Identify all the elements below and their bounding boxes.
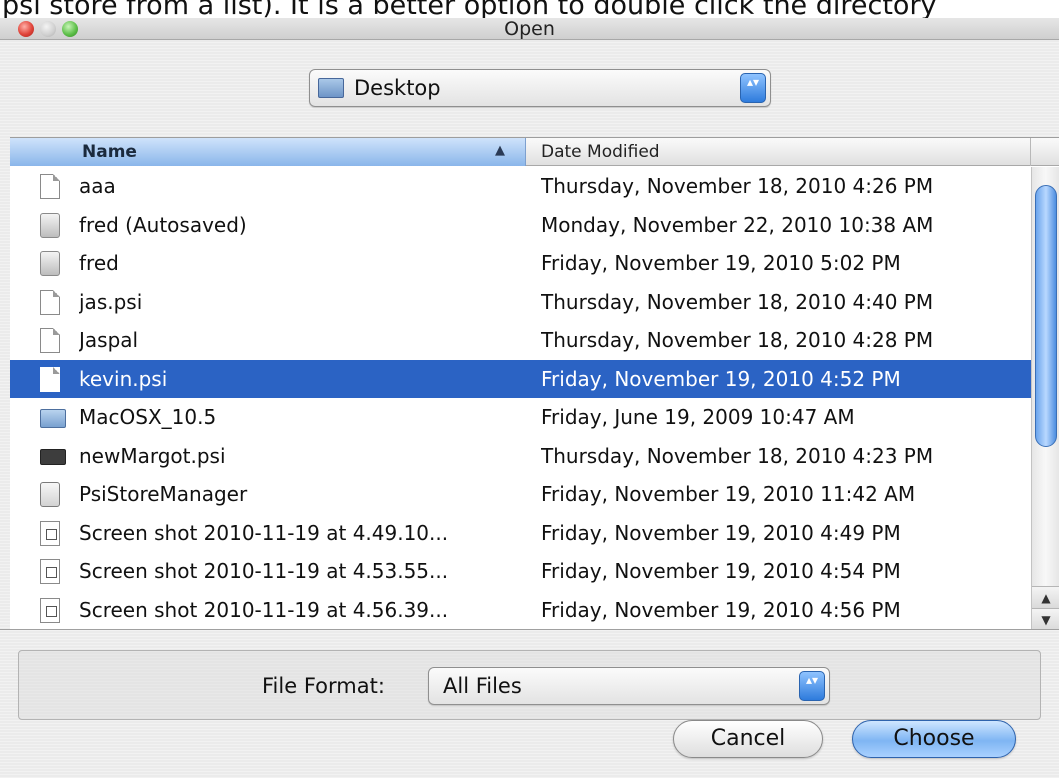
document-icon — [40, 366, 60, 392]
file-date-modified: Thursday, November 18, 2010 4:23 PM — [541, 443, 934, 468]
file-row[interactable]: Screen shot 2010-11-19 at 4.56.39... Frid… — [10, 591, 1031, 630]
file-name: Screen shot 2010-11-19 at 4.49.10... — [79, 520, 449, 545]
file-name: MacOSX_10.5 — [79, 405, 217, 429]
file-name: Jaspal — [79, 328, 139, 352]
document-icon — [40, 289, 60, 315]
file-name: Screen shot 2010-11-19 at 4.56.39... — [79, 597, 449, 622]
document-icon — [40, 328, 60, 353]
file-row[interactable]: fred Friday, November 19, 2010 5:02 PM — [10, 244, 1031, 283]
image-document-icon — [40, 559, 60, 584]
file-date-modified: Friday, November 19, 2010 4:52 PM — [541, 366, 901, 391]
file-date-modified: Friday, November 19, 2010 4:56 PM — [541, 597, 901, 622]
file-date-modified: Thursday, November 18, 2010 4:40 PM — [541, 289, 934, 314]
scrollbar-thumb[interactable] — [1035, 185, 1057, 447]
popup-stepper-icon: ▴▾ — [799, 671, 825, 701]
file-row[interactable]: aaa Thursday, November 18, 2010 4:26 PM — [10, 167, 1031, 206]
file-name: fred — [79, 251, 119, 275]
name-column-header[interactable]: Name ▲ — [10, 138, 526, 166]
file-format-bar: File Format: All Files ▴▾ — [0, 629, 1059, 720]
file-date-modified: Friday, June 19, 2009 10:47 AM — [541, 405, 855, 429]
file-row[interactable]: kevin.psi Friday, November 19, 2010 4:52 … — [10, 359, 1031, 398]
file-format-label: File Format: — [262, 674, 385, 698]
file-name: jas.psi — [79, 289, 143, 314]
file-format-popup[interactable]: All Files ▴▾ — [428, 667, 830, 705]
file-format-popup-label: All Files — [443, 674, 522, 698]
location-popup-label: Desktop — [354, 76, 441, 100]
file-date-modified: Friday, November 19, 2010 5:02 PM — [541, 251, 901, 275]
file-row[interactable]: fred (Autosaved) Monday, November 22, 201… — [10, 206, 1031, 245]
file-row[interactable]: Jaspal Thursday, November 18, 2010 4:28 P… — [10, 321, 1031, 360]
file-date-modified: Thursday, November 18, 2010 4:28 PM — [541, 328, 934, 352]
name-column-label: Name — [82, 142, 137, 162]
file-row[interactable]: PsiStoreManager Friday, November 19, 2010… — [10, 475, 1031, 514]
date-modified-column-header[interactable]: Date Modified — [527, 138, 1031, 166]
image-document-icon — [40, 597, 60, 623]
file-name: kevin.psi — [79, 366, 168, 391]
popup-stepper-icon: ▴▾ — [740, 73, 766, 103]
file-row[interactable]: newMargot.psi Thursday, November 18, 2010… — [10, 437, 1031, 476]
vertical-scrollbar[interactable]: ▲ ▼ — [1031, 167, 1059, 630]
textedit-document-icon — [40, 212, 60, 238]
title-bar[interactable]: Open — [0, 18, 1059, 40]
file-format-box: File Format: All Files ▴▾ — [18, 650, 1041, 720]
file-date-modified: Monday, November 22, 2010 10:38 AM — [541, 212, 934, 237]
file-date-modified: Friday, November 19, 2010 4:49 PM — [541, 520, 901, 545]
file-date-modified: Friday, November 19, 2010 11:42 AM — [541, 482, 916, 506]
desktop-folder-icon — [318, 78, 344, 98]
sort-ascending-icon: ▲ — [495, 143, 505, 158]
file-row[interactable]: Screen shot 2010-11-19 at 4.53.55... Frid… — [10, 552, 1031, 591]
location-popup[interactable]: Desktop ▴▾ — [309, 69, 771, 107]
open-dialog: Open Desktop ▴▾ Name ▲ Date Modified aaa… — [0, 18, 1059, 778]
document-icon — [40, 174, 60, 199]
file-date-modified: Friday, November 19, 2010 4:54 PM — [541, 559, 901, 583]
window-title: Open — [504, 18, 555, 40]
column-header: Name ▲ Date Modified — [10, 138, 1059, 166]
file-name: PsiStoreManager — [79, 482, 248, 506]
scroll-up-arrow-icon[interactable]: ▲ — [1032, 586, 1059, 608]
date-modified-column-label: Date Modified — [541, 142, 660, 162]
disk-image-icon — [40, 448, 66, 465]
file-row[interactable]: MacOSX_10.5 Friday, June 19, 2009 10:47 A… — [10, 398, 1031, 437]
file-list: aaa Thursday, November 18, 2010 4:26 PM fr… — [10, 167, 1031, 630]
choose-button[interactable]: Choose — [852, 720, 1016, 758]
image-document-icon — [40, 520, 60, 546]
scroll-down-arrow-icon[interactable]: ▼ — [1032, 608, 1059, 630]
cancel-button[interactable]: Cancel — [673, 720, 823, 758]
file-row[interactable]: Screen shot 2010-11-19 at 4.49.10... Frid… — [10, 514, 1031, 553]
file-name: Screen shot 2010-11-19 at 4.53.55... — [79, 559, 449, 583]
textedit-document-icon — [40, 251, 60, 276]
script-icon — [40, 482, 60, 507]
folder-icon — [40, 409, 66, 428]
file-name: newMargot.psi — [79, 443, 226, 468]
file-browser: Name ▲ Date Modified aaa Thursday, Novemb… — [10, 137, 1059, 630]
file-row[interactable]: jas.psi Thursday, November 18, 2010 4:40 … — [10, 283, 1031, 322]
file-name: fred (Autosaved) — [79, 212, 247, 237]
file-date-modified: Thursday, November 18, 2010 4:26 PM — [541, 174, 934, 198]
file-name: aaa — [79, 174, 116, 198]
